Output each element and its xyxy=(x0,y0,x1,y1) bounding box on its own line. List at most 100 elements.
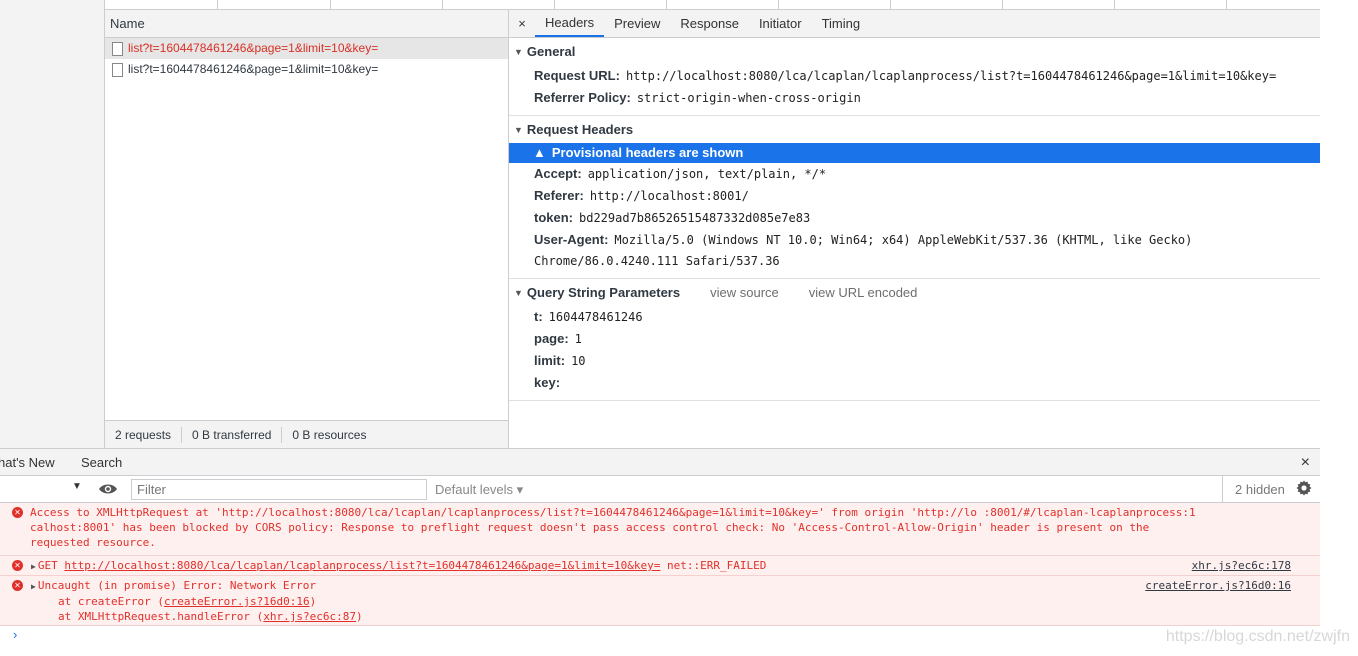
stack-frame-link[interactable]: xhr.js?ec6c:87 xyxy=(263,610,356,623)
param-value: 1 xyxy=(574,332,582,346)
header-key: token: xyxy=(534,210,573,225)
request-details-panel: × Headers Preview Response Initiator Tim… xyxy=(509,10,1320,448)
header-row: Referrer Policy: strict-origin-when-cross… xyxy=(509,87,1320,109)
request-headers-toggle[interactable]: ▼ Request Headers xyxy=(509,117,1320,143)
header-value: http://localhost:8001/ xyxy=(589,189,749,203)
general-section: ▼ General Request URL: http://localhost:8… xyxy=(509,38,1320,116)
tab-preview[interactable]: Preview xyxy=(604,11,670,37)
header-row: Accept: application/json, text/plain, */* xyxy=(509,163,1320,185)
console-error-message: ✕ ▶ Uncaught (in promise) Error: Network … xyxy=(0,576,1320,626)
document-icon xyxy=(112,41,123,56)
source-link[interactable]: createError.js?16d0:16 xyxy=(1145,578,1291,593)
console-error-message: ✕ Access to XMLHttpRequest at 'http://lo… xyxy=(0,503,1320,556)
expand-triangle-icon[interactable]: ▶ xyxy=(31,582,36,591)
param-key: key: xyxy=(534,375,561,390)
warning-icon: ▲ xyxy=(533,145,546,160)
network-summary-bar: 2 requests 0 B transferred 0 B resources xyxy=(105,420,508,448)
header-key: User-Agent: xyxy=(534,232,609,247)
section-title: Query String Parameters xyxy=(526,285,681,300)
view-source-link[interactable]: view source xyxy=(710,280,779,306)
param-key: t: xyxy=(534,309,543,324)
param-row: t: 1604478461246 xyxy=(509,306,1320,328)
request-url-link[interactable]: http://localhost:8080/lca/lcaplan/lcapla… xyxy=(64,559,660,572)
left-gutter xyxy=(0,0,105,448)
expand-triangle-icon: ▼ xyxy=(514,125,523,135)
stack-frame-text: ) xyxy=(356,610,363,623)
tab-whats-new[interactable]: hat's New xyxy=(0,449,55,477)
console-prompt[interactable]: › xyxy=(0,626,1320,656)
param-key: page: xyxy=(534,331,569,346)
header-value: strict-origin-when-cross-origin xyxy=(636,91,861,105)
param-key: limit: xyxy=(534,353,566,368)
header-key: Referrer Policy: xyxy=(534,90,631,105)
header-key: Request URL: xyxy=(534,68,620,83)
tab-headers[interactable]: Headers xyxy=(535,11,605,37)
header-value: http://localhost:8080/lca/lcaplan/lcapla… xyxy=(625,69,1277,83)
param-row: page: 1 xyxy=(509,328,1320,350)
request-list: Name list?t=1604478461246&page=1&limit=1… xyxy=(105,10,509,448)
tab-initiator[interactable]: Initiator xyxy=(749,11,812,37)
watermark: https://blog.csdn.net/zwjfn xyxy=(1165,628,1350,645)
message-line: calhost:8001' has been blocked by CORS p… xyxy=(30,521,1150,534)
error-icon: ✕ xyxy=(12,507,23,518)
request-row[interactable]: list?t=1604478461246&page=1&limit=10&key… xyxy=(105,38,508,59)
stack-frame-text: at createError ( xyxy=(58,595,164,608)
gear-icon[interactable] xyxy=(1296,480,1312,496)
close-details-icon[interactable]: × xyxy=(509,11,535,37)
prompt-caret-icon: › xyxy=(13,627,18,642)
provisional-headers-warning: ▲ Provisional headers are shown xyxy=(509,143,1320,163)
name-column-header[interactable]: Name xyxy=(105,10,508,38)
header-key: Referer: xyxy=(534,188,584,203)
param-value: 10 xyxy=(571,354,586,368)
tab-search[interactable]: Search xyxy=(81,449,122,477)
expand-triangle-icon: ▼ xyxy=(514,47,523,57)
message-line: requested resource. xyxy=(30,536,156,549)
param-value: 1604478461246 xyxy=(548,310,643,324)
document-icon xyxy=(112,62,123,77)
source-link[interactable]: xhr.js?ec6c:178 xyxy=(1192,558,1291,573)
console-error-message: ✕ ▶ GET http://localhost:8080/lca/lcaplan… xyxy=(0,556,1320,576)
query-string-toggle[interactable]: ▼ Query String Parameters view source vi… xyxy=(509,280,1320,306)
console-toolbar: ▼ Default levels ▾ 2 hidden xyxy=(0,476,1320,503)
query-string-section: ▼ Query String Parameters view source vi… xyxy=(509,279,1320,401)
header-value: application/json, text/plain, */* xyxy=(587,167,827,181)
header-row: User-Agent: Mozilla/5.0 (Windows NT 10.0;… xyxy=(509,229,1320,272)
stack-frame-link[interactable]: createError.js?16d0:16 xyxy=(164,595,310,608)
expand-triangle-icon: ▼ xyxy=(514,288,523,298)
tab-timing[interactable]: Timing xyxy=(812,11,871,37)
log-levels-dropdown[interactable]: Default levels ▾ xyxy=(435,476,523,503)
error-icon: ✕ xyxy=(12,560,23,571)
param-row: limit: 10 xyxy=(509,350,1320,372)
stack-frame-text: at XMLHttpRequest.handleError ( xyxy=(58,610,264,623)
right-margin xyxy=(1320,0,1358,626)
section-title: General xyxy=(526,44,576,59)
header-row: Request URL: http://localhost:8080/lca/lc… xyxy=(509,65,1320,87)
network-error-text: net::ERR_FAILED xyxy=(666,559,767,572)
close-drawer-icon[interactable]: × xyxy=(1301,449,1310,477)
section-title: Request Headers xyxy=(526,122,634,137)
drawer-tabbar: hat's New Search × xyxy=(0,448,1320,476)
message-line: Access to XMLHttpRequest at 'http://loca… xyxy=(30,506,1196,519)
request-method: GET xyxy=(37,559,58,572)
details-tabbar: × Headers Preview Response Initiator Tim… xyxy=(509,10,1320,38)
eye-icon[interactable] xyxy=(98,481,118,497)
request-name: list?t=1604478461246&page=1&limit=10&key… xyxy=(128,41,379,55)
expand-triangle-icon[interactable]: ▶ xyxy=(31,562,36,571)
context-dropdown-icon[interactable]: ▼ xyxy=(72,481,82,492)
error-icon: ✕ xyxy=(12,580,23,591)
request-row[interactable]: list?t=1604478461246&page=1&limit=10&key… xyxy=(105,59,508,80)
request-count: 2 requests xyxy=(105,426,183,443)
general-section-toggle[interactable]: ▼ General xyxy=(509,39,1320,65)
console-filter-input[interactable] xyxy=(131,479,427,500)
param-row: key: xyxy=(509,372,1320,394)
tab-response[interactable]: Response xyxy=(670,11,749,37)
transferred-size: 0 B transferred xyxy=(182,426,283,443)
view-url-encoded-link[interactable]: view URL encoded xyxy=(809,280,918,306)
header-row: token: bd229ad7b86526515487332d085e7e83 xyxy=(509,207,1320,229)
stack-frame-text: ) xyxy=(309,595,317,608)
header-value: Mozilla/5.0 (Windows NT 10.0; Win64; x64… xyxy=(534,233,1193,268)
timeline-strip xyxy=(105,0,1320,10)
hidden-messages-count: 2 hidden xyxy=(1222,476,1285,503)
header-value: bd229ad7b86526515487332d085e7e83 xyxy=(579,211,811,225)
error-title: Uncaught (in promise) Error: Network Err… xyxy=(37,579,316,592)
